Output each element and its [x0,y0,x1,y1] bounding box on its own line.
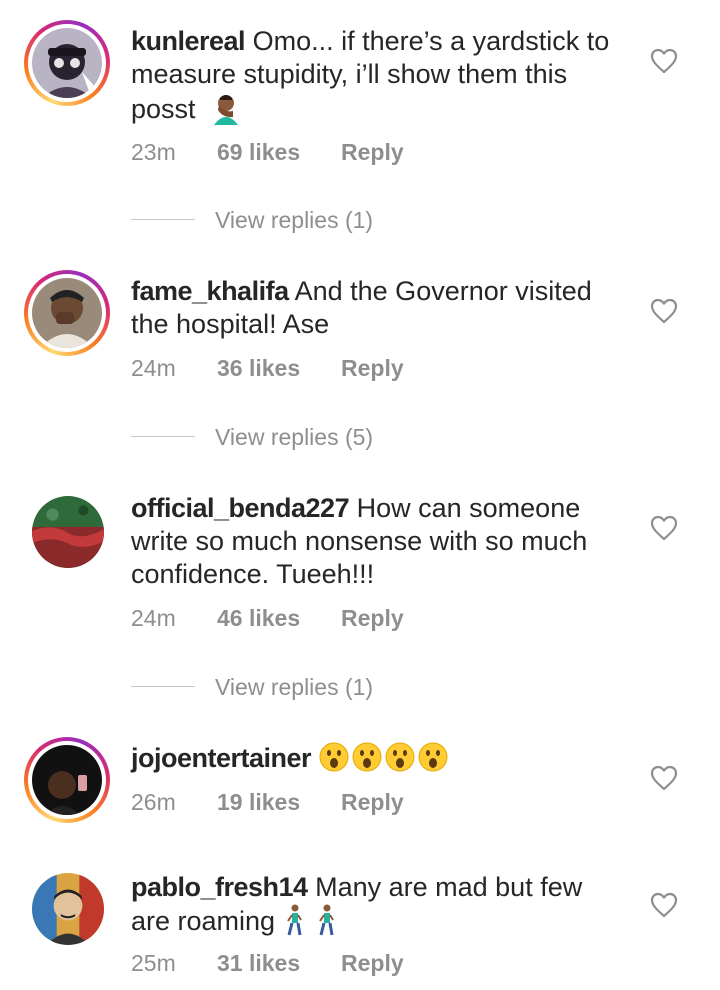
comment-body: jojoentertainer [131,742,621,775]
likes-count[interactable]: 19 likes [217,787,300,817]
comment-username[interactable]: kunlereal [131,26,246,56]
view-replies-label: View replies (1) [215,674,374,700]
avatar-story-ring[interactable] [24,737,110,823]
reply-button[interactable]: Reply [341,137,404,167]
view-replies-label: View replies (5) [215,424,374,450]
comment-time: 26m [131,789,176,815]
avatar-wrapper[interactable] [32,873,104,945]
surprised-face-emoji [319,742,349,772]
heart-outline-icon[interactable] [650,515,678,541]
walking-man-emoji-group [283,904,347,936]
comment-username[interactable]: pablo_fresh14 [131,872,308,902]
reply-button[interactable]: Reply [341,948,404,978]
reply-button[interactable]: Reply [341,787,404,817]
comment-time: 25m [131,950,176,976]
comment-time: 24m [131,605,176,631]
comment-time: 23m [131,139,176,165]
view-replies-link[interactable]: View replies (5) [131,422,531,452]
surprised-face-emoji [418,742,448,772]
view-replies-label: View replies (1) [215,207,374,233]
heart-outline-icon[interactable] [650,48,678,74]
heart-outline-icon[interactable] [650,765,678,791]
reply-button[interactable]: Reply [341,353,404,383]
facepalm-emoji [214,95,239,125]
avatar [32,278,102,348]
comment-body: pablo_fresh14 Many are mad but few are r… [131,871,621,938]
divider-line [131,686,195,687]
avatar-story-ring[interactable] [24,270,110,356]
walking-man-emoji [318,904,334,936]
likes-count[interactable]: 36 likes [217,353,300,383]
comment-body: kunlereal Omo... if there’s a yardstick … [131,25,621,126]
view-replies-link[interactable]: View replies (1) [131,672,531,702]
avatar-wrapper[interactable] [32,496,104,568]
avatar-story-ring[interactable] [24,20,110,106]
likes-count[interactable]: 69 likes [217,137,300,167]
likes-count[interactable]: 31 likes [217,948,300,978]
surprised-face-emoji [352,742,382,772]
divider-line [131,436,195,437]
avatar [32,745,102,815]
comment-body: fame_khalifa And the Governor visited th… [131,275,621,341]
comment-body: official_benda227 How can someone write … [131,492,621,591]
likes-count[interactable]: 46 likes [217,603,300,633]
surprised-face-emoji [385,742,415,772]
comment-username[interactable]: fame_khalifa [131,276,289,306]
divider-line [131,219,195,220]
comment-username[interactable]: official_benda227 [131,493,350,523]
walking-man-emoji [286,904,302,936]
avatar [32,28,102,98]
heart-outline-icon[interactable] [650,298,678,324]
comment-username[interactable]: jojoentertainer [131,743,312,773]
heart-outline-icon[interactable] [650,892,678,918]
avatar [32,873,104,945]
avatar [32,496,104,568]
view-replies-link[interactable]: View replies (1) [131,205,531,235]
surprised-face-emoji-group [319,742,451,773]
comment-time: 24m [131,355,176,381]
reply-button[interactable]: Reply [341,603,404,633]
